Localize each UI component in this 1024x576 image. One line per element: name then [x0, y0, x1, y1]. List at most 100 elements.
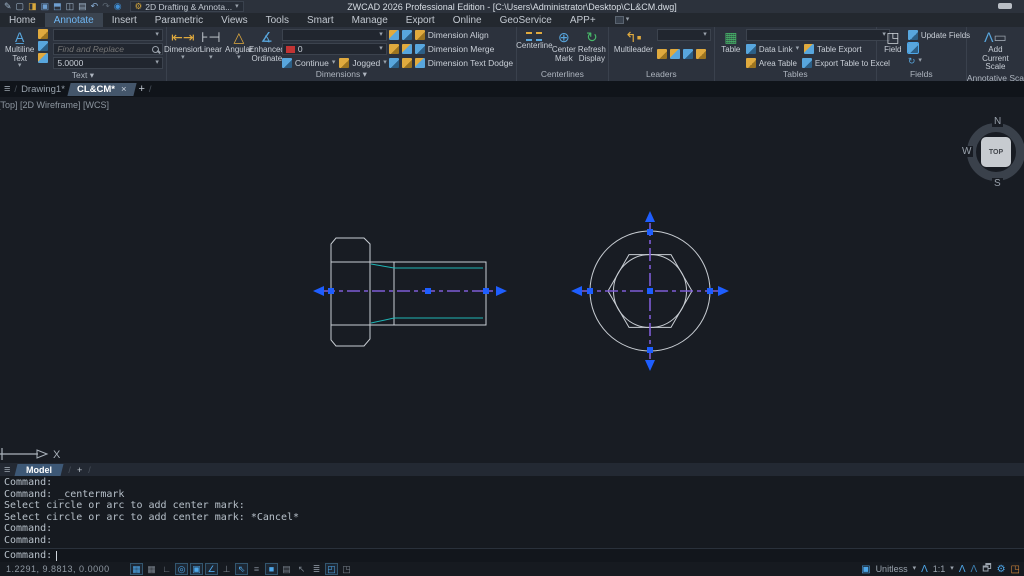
annotation-monitor-toggle[interactable]: ◳: [340, 563, 353, 575]
tab-clcm-active[interactable]: CL&CM* ×: [67, 83, 136, 96]
dimension-layer-dropdown[interactable]: 0 ▾: [282, 43, 387, 55]
jogged-dimension-button[interactable]: Jogged ▾: [339, 57, 386, 69]
menu-tab-geoservice[interactable]: GeoService: [491, 13, 561, 27]
workspace-switcher[interactable]: ⚙ 2D Drafting & Annota... ▾: [130, 1, 244, 12]
add-layout-button[interactable]: +: [77, 465, 82, 475]
text-height-dropdown[interactable]: 5.0000 ▾: [53, 57, 162, 69]
panel-label-fields[interactable]: Fields: [877, 69, 966, 81]
table-button[interactable]: ▦ Table: [718, 29, 744, 69]
quick-access-toolbar[interactable]: ✎▢◨▣⬒◫▤↶↷◉: [0, 2, 122, 11]
menu-tab-annotate[interactable]: Annotate: [45, 13, 103, 27]
drawing-canvas[interactable]: [Top] [2D Wireframe] [WCS]: [0, 97, 1024, 463]
open-folder-icon[interactable]: ◨: [28, 2, 37, 11]
transparency-toggle[interactable]: ■: [265, 563, 278, 575]
close-tab-icon[interactable]: ×: [121, 84, 127, 95]
isodraft-toggle[interactable]: ◰: [325, 563, 338, 575]
center-mark-button[interactable]: ⊕ Center Mark: [551, 29, 577, 69]
menu-tab-parametric[interactable]: Parametric: [146, 13, 212, 27]
menu-tab-app[interactable]: APP+: [561, 13, 605, 27]
save-icon[interactable]: ▣: [41, 2, 50, 11]
new-tab-button[interactable]: +: [138, 83, 144, 95]
menu-tab-tools[interactable]: Tools: [257, 13, 298, 27]
workspace-switch-icon[interactable]: 🗗: [982, 561, 991, 576]
data-link-button[interactable]: Data Link ▾: [746, 43, 799, 55]
centerline-button[interactable]: Centerline: [520, 29, 549, 69]
viewport-controls[interactable]: [Top] [2D Wireframe] [WCS]: [0, 100, 109, 110]
leader-add-icon[interactable]: [657, 49, 667, 59]
menu-tab-online[interactable]: Online: [444, 13, 491, 27]
ribbon-display-toggle[interactable]: ▾: [615, 13, 630, 27]
menu-hamburger-icon[interactable]: ≡: [4, 83, 10, 95]
viewcube-north[interactable]: N: [992, 116, 1003, 127]
ducs-toggle[interactable]: ⊥: [220, 563, 233, 575]
command-window[interactable]: Command: Command: _centermark Select cir…: [0, 476, 1024, 562]
otrack-toggle[interactable]: ∠: [205, 563, 218, 575]
find-replace-box[interactable]: [53, 43, 162, 55]
area-table-button[interactable]: Area Table: [746, 57, 797, 69]
tab-drawing1[interactable]: Drawing1*: [21, 84, 65, 95]
auto-scale-icon[interactable]: Λ: [971, 564, 978, 575]
panel-label-centerlines[interactable]: Centerlines: [517, 69, 608, 81]
leader-collect-icon[interactable]: [696, 49, 706, 59]
chevron-down-icon[interactable]: ▾: [913, 566, 917, 572]
snap-toggle[interactable]: ▦: [130, 563, 143, 575]
panel-label-text[interactable]: Text ▾: [0, 70, 166, 81]
polar-toggle[interactable]: ◎: [175, 563, 188, 575]
text-justify-icon[interactable]: [38, 53, 48, 63]
text-style-icon[interactable]: [38, 29, 48, 39]
field-display-icon[interactable]: [908, 43, 918, 53]
multiline-text-button[interactable]: A̲ Multiline Text ▾: [3, 29, 36, 70]
chevron-down-icon[interactable]: ▾: [950, 566, 954, 572]
edit-icon[interactable]: ✎: [4, 2, 12, 11]
model-tab[interactable]: Model: [15, 464, 64, 476]
text-style-dropdown[interactable]: ▾: [53, 29, 162, 41]
dimension-button[interactable]: ⇤⇥ Dimension ▾: [170, 29, 196, 69]
units-label[interactable]: Unitless: [876, 564, 908, 574]
grid-toggle[interactable]: ▦: [145, 563, 158, 575]
quick-properties-toggle[interactable]: ↖: [295, 563, 308, 575]
linear-dimension-button[interactable]: ⊦⊣ Linear ▾: [198, 29, 224, 69]
menu-tab-insert[interactable]: Insert: [103, 13, 146, 27]
find-replace-input[interactable]: [57, 44, 148, 54]
new-file-icon[interactable]: ▢: [16, 2, 25, 11]
field-button[interactable]: ◳ Field: [880, 29, 906, 69]
minimize-button[interactable]: [998, 3, 1012, 9]
annotation-visibility-icon[interactable]: Λ: [959, 564, 966, 575]
menu-tab-manage[interactable]: Manage: [343, 13, 397, 27]
annotation-scale-icon[interactable]: Λ: [921, 564, 928, 575]
plot-icon[interactable]: ◫: [66, 2, 75, 11]
lineweight-display-toggle[interactable]: ≣: [310, 563, 323, 575]
preview-icon[interactable]: ▤: [78, 2, 87, 11]
undo-icon[interactable]: ↶: [91, 2, 99, 11]
multileader-button[interactable]: ↰▪ Multileader: [612, 29, 655, 69]
leader-remove-icon[interactable]: [670, 49, 680, 59]
save-all-icon[interactable]: ⬒: [53, 2, 62, 11]
continue-dimension-button[interactable]: Continue ▾: [282, 57, 336, 69]
update-fields-button[interactable]: Update Fields: [908, 29, 970, 41]
menu-tab-home[interactable]: Home: [0, 13, 45, 27]
enhanced-ordinate-button[interactable]: ∡ Enhanced Ordinate: [254, 29, 280, 69]
units-icon[interactable]: ▣: [861, 564, 870, 575]
redo-icon[interactable]: ↷: [102, 2, 110, 11]
panel-label-leaders[interactable]: Leaders: [609, 69, 714, 81]
refresh-display-button[interactable]: ↻ Refresh Display: [579, 29, 605, 69]
panel-label-tables[interactable]: Tables: [715, 69, 876, 81]
selection-cycling-toggle[interactable]: ▤: [280, 563, 293, 575]
viewcube-south[interactable]: S: [992, 178, 1003, 189]
viewcube[interactable]: N S W E TOP: [954, 110, 1024, 194]
viewcube-west[interactable]: W: [960, 146, 973, 157]
fullscreen-icon[interactable]: ◳: [1011, 564, 1020, 575]
dimension-text-dodge-button[interactable]: Dimension Text Dodge: [389, 57, 513, 69]
gear-icon[interactable]: ⚙: [997, 564, 1006, 575]
leader-align-icon[interactable]: [683, 49, 693, 59]
ortho-toggle[interactable]: ∟: [160, 563, 173, 575]
layout-menu-icon[interactable]: ≡: [4, 464, 10, 476]
table-style-dropdown[interactable]: ▾: [746, 29, 890, 41]
menu-tab-views[interactable]: Views: [212, 13, 257, 27]
multileader-style-dropdown[interactable]: ▾: [657, 29, 711, 41]
viewcube-top-face[interactable]: TOP: [981, 137, 1011, 167]
annotation-scale-value[interactable]: 1:1: [933, 564, 946, 574]
table-export-button[interactable]: Table Export: [804, 43, 861, 55]
dyn-input-toggle[interactable]: ⇖: [235, 563, 248, 575]
lineweight-toggle[interactable]: ≡: [250, 563, 263, 575]
